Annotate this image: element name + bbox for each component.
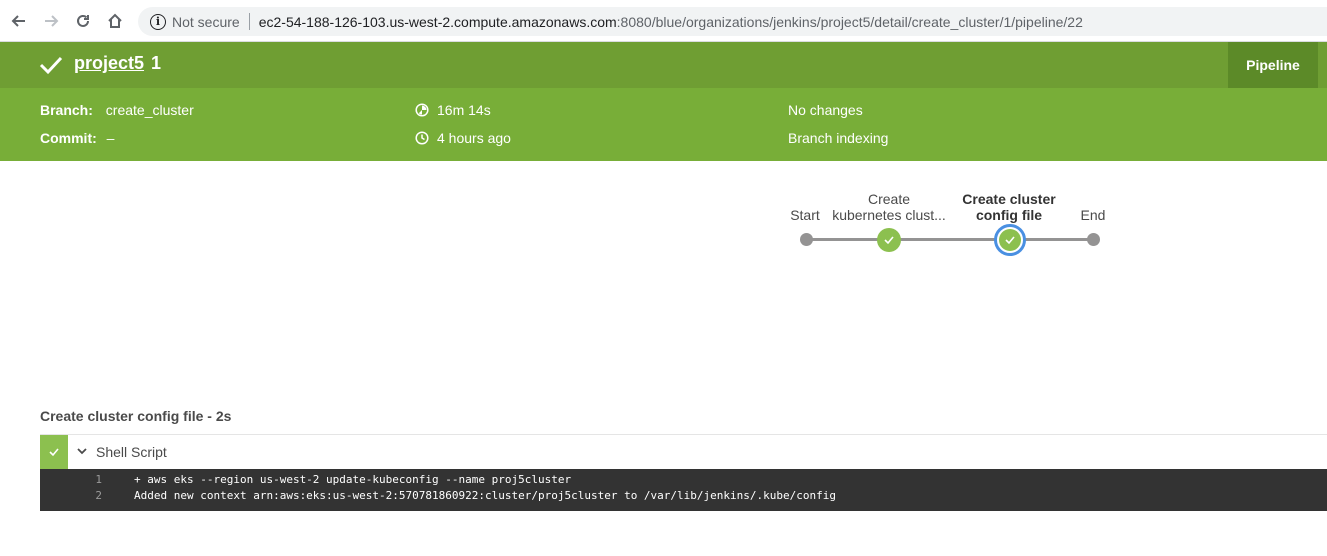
stage-label-line: End: [1080, 207, 1106, 223]
reload-icon[interactable]: [70, 8, 96, 34]
stage-label-line: kubernetes clust...: [832, 207, 946, 223]
started-info: 4 hours ago: [415, 130, 511, 146]
log-line-number[interactable]: 1: [80, 473, 102, 486]
address-separator: [248, 13, 250, 30]
stage-node-end[interactable]: [1087, 233, 1100, 246]
address-bar[interactable]: i Not secure ec2-54-188-126-103.us-west-…: [138, 7, 1327, 36]
tab-pipeline[interactable]: Pipeline: [1228, 42, 1318, 88]
project-link[interactable]: project5: [74, 53, 144, 74]
check-icon: [884, 236, 894, 245]
stage-node-start[interactable]: [800, 233, 813, 246]
duration-icon: [415, 103, 429, 117]
stage-label-create-config[interactable]: Create cluster config file: [950, 191, 1068, 223]
commit-info: Commit: –: [40, 130, 114, 146]
browser-toolbar: i Not secure ec2-54-188-126-103.us-west-…: [0, 0, 1327, 42]
run-number: 1: [151, 53, 162, 73]
stage-label-line: Create cluster: [962, 191, 1056, 207]
cause-info: Branch indexing: [788, 130, 889, 146]
home-icon[interactable]: [102, 8, 128, 34]
chevron-down-icon[interactable]: [76, 445, 88, 457]
stage-node-create-config[interactable]: [994, 224, 1026, 256]
log-line-text: Added new context arn:aws:eks:us-west-2:…: [134, 489, 836, 502]
url-host: ec2-54-188-126-103.us-west-2.compute.ama…: [258, 13, 617, 30]
check-icon: [49, 448, 59, 457]
url-text[interactable]: ec2-54-188-126-103.us-west-2.compute.ama…: [259, 14, 1083, 30]
stage-label-create-kubernetes[interactable]: Create kubernetes clust...: [829, 191, 949, 223]
branch-label: Branch:: [40, 102, 93, 118]
info-icon[interactable]: i: [150, 13, 166, 30]
commit-label: Commit:: [40, 130, 97, 146]
arrow-right-icon[interactable]: [38, 8, 64, 34]
branch-value: create_cluster: [105, 102, 194, 118]
log-line-number[interactable]: 2: [80, 489, 102, 502]
stage-label-line: config file: [975, 207, 1043, 223]
started-value: 4 hours ago: [437, 130, 511, 146]
log-line-text: + aws eks --region us-west-2 update-kube…: [134, 473, 572, 486]
success-check-icon: [39, 56, 63, 75]
security-status[interactable]: Not secure: [172, 14, 240, 30]
duration-value: 16m 14s: [437, 102, 491, 118]
url-path: :8080/blue/organizations/jenkins/project…: [616, 13, 1083, 30]
graph-connector: [889, 238, 1010, 241]
step-row-shell-script[interactable]: Shell Script: [40, 434, 1327, 469]
duration-info: 16m 14s: [415, 102, 491, 118]
log-line: 2 Added new context arn:aws:eks:us-west-…: [40, 489, 1327, 505]
commit-value: –: [106, 130, 115, 146]
log-line: 1 + aws eks --region us-west-2 update-ku…: [40, 473, 1327, 489]
stage-node-create-kubernetes[interactable]: [877, 228, 901, 252]
step-log: 1 + aws eks --region us-west-2 update-ku…: [40, 469, 1327, 511]
stage-label-line: Create: [867, 191, 911, 207]
run-meta: Branch: create_cluster Commit: – 16m 14s…: [0, 88, 1327, 161]
arrow-left-icon[interactable]: [6, 8, 32, 34]
changes-info: No changes: [788, 102, 863, 118]
step-name: Shell Script: [96, 444, 167, 460]
step-section-title: Create cluster config file - 2s: [40, 408, 232, 424]
clock-icon: [415, 131, 429, 145]
pipeline-graph: Start Create kubernetes clust... Create …: [0, 161, 1327, 401]
check-icon: [1005, 236, 1015, 245]
stage-node-inner: [999, 229, 1021, 251]
step-status: [40, 435, 68, 469]
run-header: project5 1 Pipeline: [0, 42, 1327, 88]
branch-info: Branch: create_cluster: [40, 102, 194, 118]
stage-label-end[interactable]: End: [1063, 207, 1123, 223]
